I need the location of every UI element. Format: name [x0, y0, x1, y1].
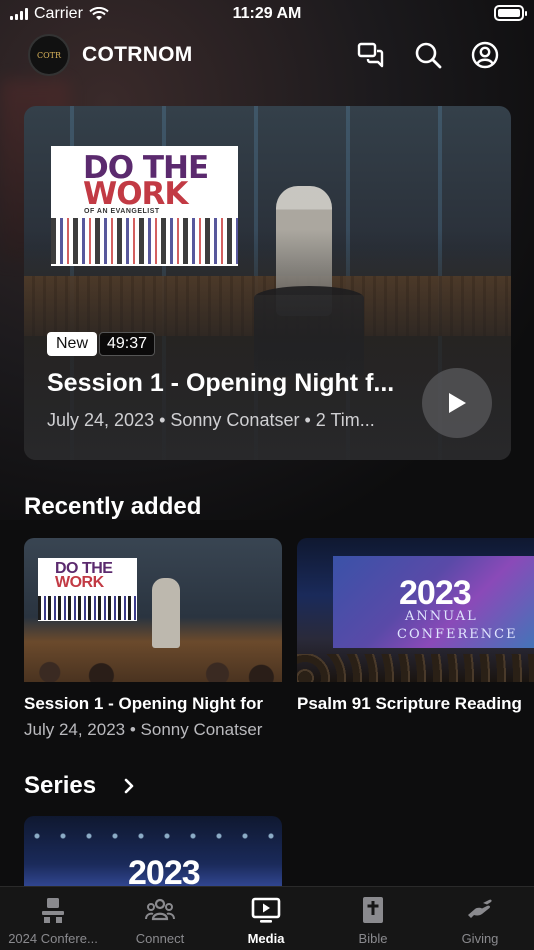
clock: 11:29 AM — [232, 5, 302, 22]
app-header: COTR COTRNOM — [0, 32, 534, 78]
people-icon — [145, 898, 175, 921]
chevron-right-icon[interactable] — [122, 778, 136, 794]
media-title: Session 1 - Opening Night for — [24, 694, 263, 713]
featured-title: Session 1 - Opening Night f... — [47, 369, 395, 397]
search-icon[interactable] — [413, 40, 443, 70]
tv-play-icon — [251, 897, 281, 923]
media-meta: July 24, 2023 • Sonny Conatser — [24, 720, 263, 739]
series-heading[interactable]: Series — [24, 772, 96, 800]
tab-label: Bible — [358, 931, 388, 946]
app-title: COTRNOM — [82, 43, 193, 66]
play-button[interactable] — [422, 368, 492, 438]
app-logo[interactable]: COTR — [28, 34, 70, 76]
tab-giving[interactable]: Giving — [427, 895, 533, 946]
tab-label: Giving — [461, 931, 499, 946]
new-badge: New — [47, 332, 98, 356]
media-title: Psalm 91 Scripture Reading — [297, 694, 522, 713]
play-icon — [449, 393, 466, 413]
tab-media[interactable]: Media — [213, 895, 319, 946]
duration-badge: 49:37 — [99, 332, 156, 356]
featured-meta: July 24, 2023 • Sonny Conatser • 2 Tim..… — [47, 410, 375, 430]
giving-hand-icon — [468, 899, 492, 918]
battery-icon — [494, 5, 527, 21]
tab-conference[interactable]: 2024 Confere... — [0, 895, 106, 946]
sermon-poster: DO THE WORK OF AN EVANGELIST — [51, 146, 238, 266]
recently-added-heading: Recently added — [24, 493, 202, 520]
bible-icon — [363, 897, 383, 923]
tab-label: Media — [247, 931, 285, 946]
messages-icon[interactable] — [356, 40, 386, 70]
profile-icon[interactable] — [470, 40, 500, 70]
media-card[interactable]: 2023 ANNUAL CONFERENCE Psalm 91 Scriptur… — [297, 538, 534, 714]
conference-icon — [42, 898, 64, 923]
featured-media-card[interactable]: DO THE WORK OF AN EVANGELIST New 49:37 S… — [24, 106, 511, 460]
series-thumbnail[interactable]: 2023 — [24, 816, 282, 896]
tab-connect[interactable]: Connect — [107, 895, 213, 946]
media-thumbnail: DO THE WORK — [24, 538, 282, 682]
tab-label: Connect — [135, 931, 185, 946]
tab-label: 2024 Confere... — [8, 931, 98, 946]
tab-bar: 2024 Confere... Connect Media Bible Givi… — [0, 886, 534, 950]
tab-bible[interactable]: Bible — [320, 895, 426, 946]
status-bar: Carrier 11:29 AM — [0, 0, 534, 28]
media-card[interactable]: DO THE WORK Session 1 - Opening Night fo… — [24, 538, 282, 740]
media-thumbnail: 2023 ANNUAL CONFERENCE — [297, 538, 534, 682]
